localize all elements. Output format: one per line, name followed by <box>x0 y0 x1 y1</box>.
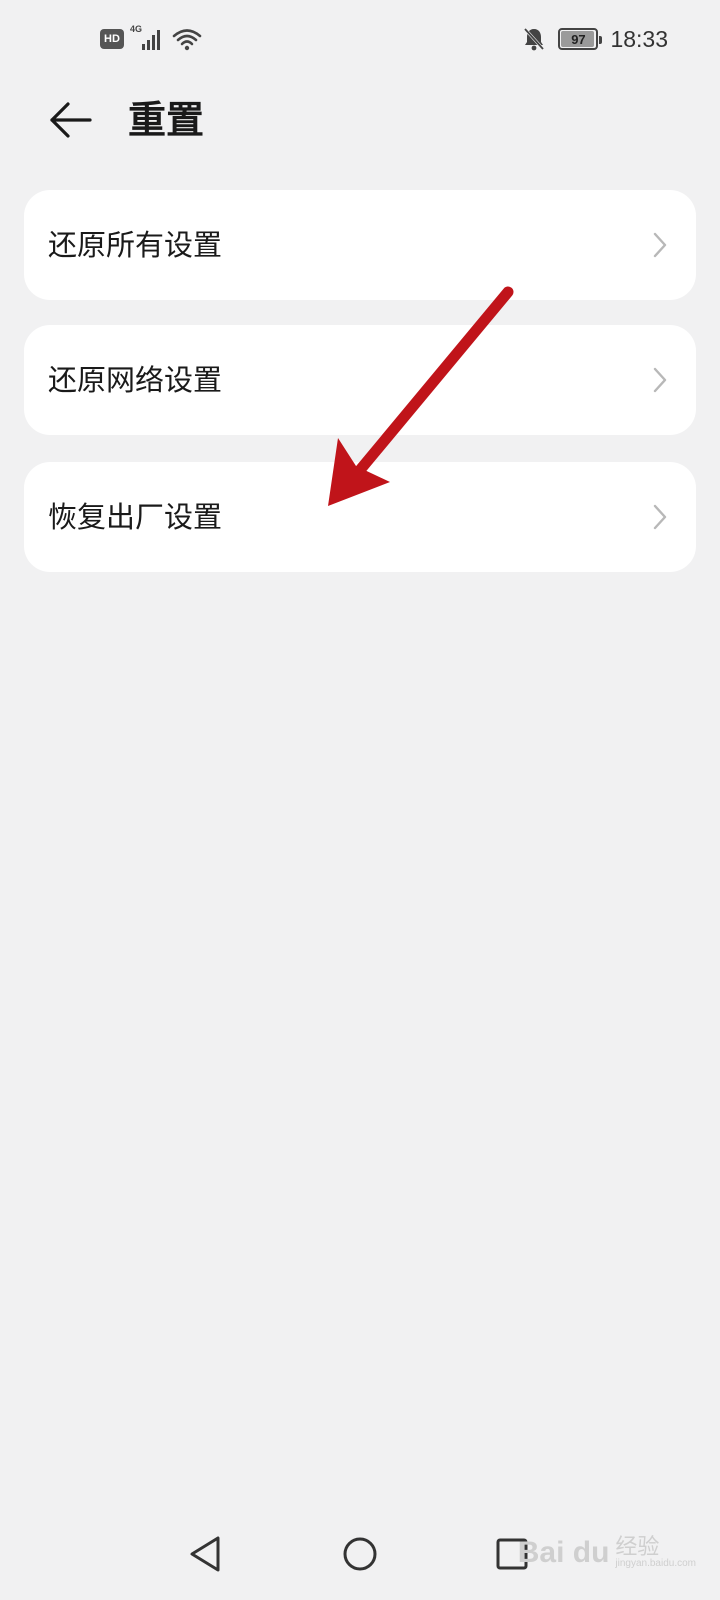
hd-badge: HD <box>100 29 124 49</box>
nav-home-button[interactable] <box>336 1530 384 1578</box>
bell-muted-icon <box>524 27 545 51</box>
menu-item-label: 恢复出厂设置 <box>48 500 223 534</box>
menu-item-label: 还原网络设置 <box>48 363 223 397</box>
status-right-group: 97 18:33 <box>522 22 668 56</box>
back-arrow-icon <box>50 102 92 138</box>
battery-icon: 97 <box>558 28 603 50</box>
menu-item-reset-all-settings[interactable]: 还原所有设置 <box>24 190 696 300</box>
watermark-logo: Bai du <box>517 1536 610 1569</box>
wifi-icon <box>172 29 202 51</box>
battery-tip <box>599 36 603 44</box>
chevron-right-icon <box>653 504 667 530</box>
baidu-jingyan-watermark: Bai du 经验 jingyan.baidu.com <box>518 1536 696 1570</box>
back-button[interactable] <box>44 96 96 144</box>
watermark-side: 经验 jingyan.baidu.com <box>615 1537 696 1569</box>
status-left-group: HD 4G <box>100 24 202 54</box>
chevron-right-icon <box>653 232 667 258</box>
nav-home-icon <box>343 1537 377 1571</box>
watermark-url: jingyan.baidu.com <box>615 1558 696 1569</box>
status-time: 18:33 <box>610 25 668 52</box>
nav-back-button[interactable] <box>182 1530 230 1578</box>
menu-item-label: 还原所有设置 <box>48 228 223 262</box>
battery-level-text: 97 <box>571 31 586 47</box>
menu-item-factory-reset[interactable]: 恢复出厂设置 <box>24 462 696 572</box>
watermark-cn: 经验 <box>615 1535 660 1560</box>
page-title: 重置 <box>128 98 205 142</box>
status-bar: HD 4G 97 18:33 <box>0 0 720 80</box>
nav-back-icon <box>190 1536 220 1572</box>
header: 重置 <box>0 88 720 152</box>
network-type-label: 4G <box>130 24 143 34</box>
cellular-signal-icon: 4G <box>130 24 166 52</box>
menu-item-reset-network-settings[interactable]: 还原网络设置 <box>24 325 696 435</box>
chevron-right-icon <box>653 367 667 393</box>
